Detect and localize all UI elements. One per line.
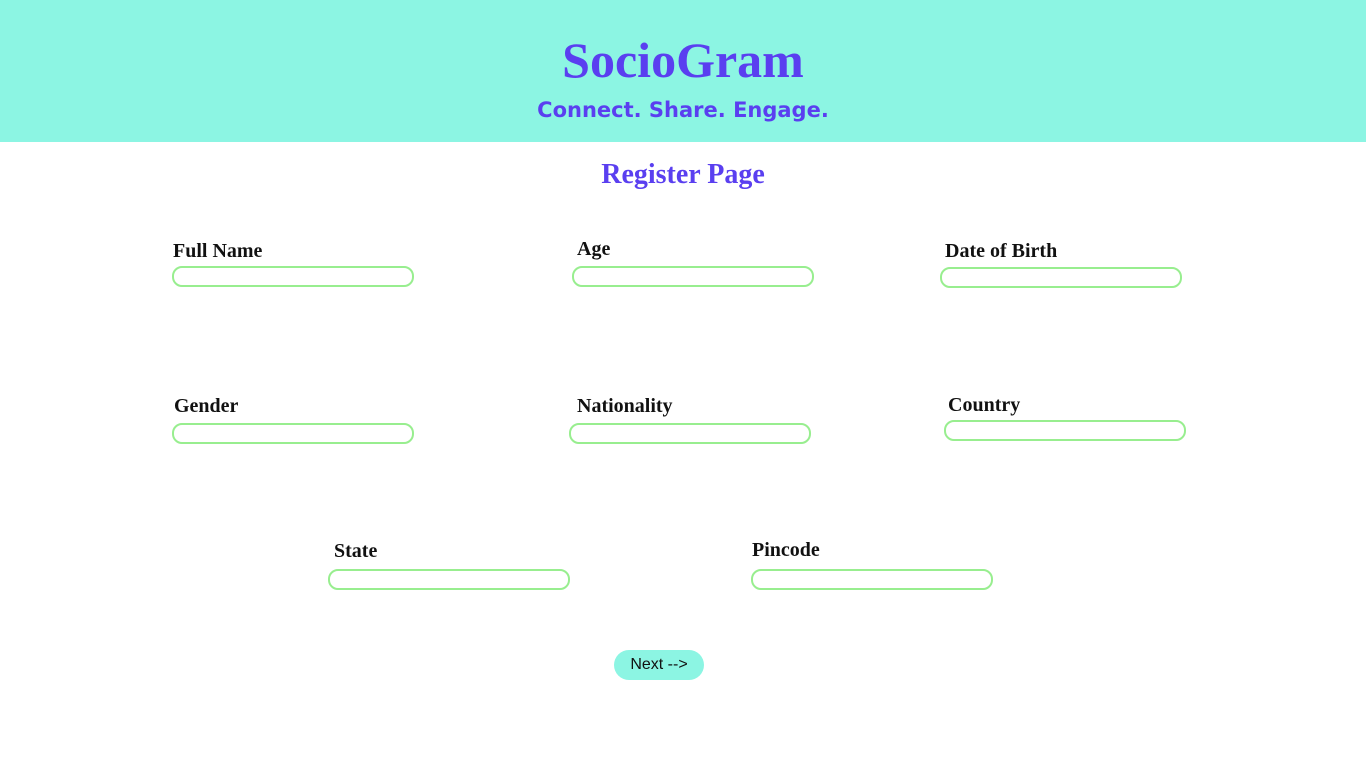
nationality-input[interactable] bbox=[569, 423, 811, 444]
country-input[interactable] bbox=[944, 420, 1186, 441]
country-label: Country bbox=[948, 394, 1021, 416]
gender-label: Gender bbox=[174, 395, 239, 417]
pincode-label: Pincode bbox=[752, 539, 820, 561]
brand-tagline: Connect. Share. Engage. bbox=[537, 98, 829, 122]
nationality-label: Nationality bbox=[577, 395, 673, 417]
header-banner: SocioGram Connect. Share. Engage. bbox=[0, 0, 1366, 142]
gender-input[interactable] bbox=[172, 423, 414, 444]
age-input[interactable] bbox=[572, 266, 814, 287]
pincode-input[interactable] bbox=[751, 569, 993, 590]
brand-title: SocioGram bbox=[562, 32, 804, 88]
full-name-input[interactable] bbox=[172, 266, 414, 287]
date-of-birth-input[interactable] bbox=[940, 267, 1182, 288]
full-name-label: Full Name bbox=[173, 240, 263, 262]
next-button[interactable]: Next --> bbox=[614, 650, 704, 680]
page-title: Register Page bbox=[601, 159, 765, 190]
state-label: State bbox=[334, 540, 378, 562]
state-input[interactable] bbox=[328, 569, 570, 590]
date-of-birth-label: Date of Birth bbox=[945, 240, 1058, 262]
age-label: Age bbox=[577, 238, 611, 260]
